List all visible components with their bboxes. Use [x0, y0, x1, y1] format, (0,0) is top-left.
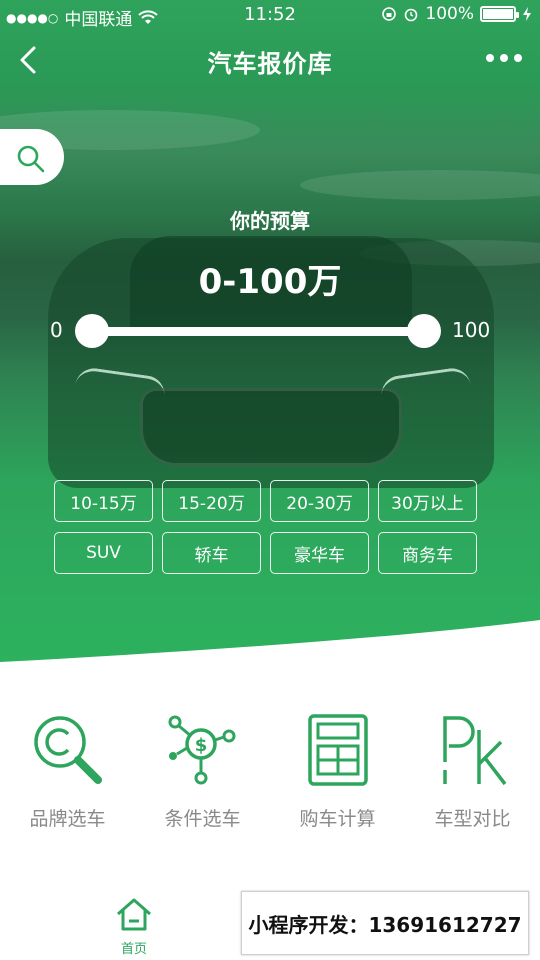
feature-label: 品牌选车 — [29, 808, 106, 830]
more-dot — [486, 54, 494, 62]
calculator-icon — [307, 714, 368, 786]
type-filter-chip[interactable]: 轿车 — [162, 532, 261, 574]
feature-condition-select[interactable]: $ 条件选车 — [135, 712, 270, 831]
nav-bar: 汽车报价库 — [0, 34, 540, 88]
feature-label: 车型对比 — [434, 808, 511, 830]
feature-menu: 品牌选车 $ 条件选车 购车计算 车型对比 — [0, 712, 540, 842]
feature-purchase-calc[interactable]: 购车计算 — [270, 712, 405, 831]
feature-brand-select[interactable]: 品牌选车 — [0, 712, 135, 831]
price-filter-chip[interactable]: 20-30万 — [270, 480, 369, 522]
page-title: 汽车报价库 — [207, 50, 333, 78]
more-dot — [500, 54, 508, 62]
slider-max-handle[interactable] — [407, 314, 441, 348]
battery-fill — [483, 9, 513, 19]
hero-wave — [0, 620, 540, 690]
pk-compare-icon — [442, 716, 506, 786]
tab-home-label: 首页 — [120, 942, 147, 957]
filter-chips: 10-15万 15-20万 20-30万 30万以上 SUV 轿车 豪华车 商务… — [54, 480, 484, 574]
alarm-icon — [405, 8, 418, 22]
status-right: 100% — [381, 4, 532, 24]
brand-search-icon — [33, 716, 102, 784]
price-filter-chip[interactable]: 30万以上 — [378, 480, 477, 522]
budget-label: 你的预算 — [230, 209, 310, 233]
feature-model-compare[interactable]: 车型对比 — [405, 712, 540, 831]
more-button[interactable] — [486, 54, 522, 62]
sky-cloud — [300, 170, 540, 200]
budget-value: 0-100万 — [198, 262, 342, 302]
car-grille — [140, 388, 402, 466]
search-icon — [17, 145, 45, 173]
status-bar: ●●●●○ 中国联通 11:52 100% — [0, 0, 540, 30]
type-filter-chip[interactable]: SUV — [54, 532, 153, 574]
slider-max-label: 100 — [452, 318, 491, 342]
price-filter-chip[interactable]: 10-15万 — [54, 480, 153, 522]
feature-label: 购车计算 — [299, 808, 376, 830]
slider-min-handle[interactable] — [75, 314, 109, 348]
condition-network-icon: $ — [168, 715, 235, 785]
budget-range-slider[interactable]: 0 100 — [0, 310, 540, 354]
feature-label: 条件选车 — [164, 808, 241, 830]
price-filter-chip[interactable]: 15-20万 — [162, 480, 261, 522]
more-dot — [514, 54, 522, 62]
tab-home[interactable]: 首页 — [104, 896, 164, 957]
svg-text:$: $ — [194, 735, 207, 756]
rotation-lock-icon — [382, 7, 397, 21]
slider-track[interactable] — [92, 327, 424, 336]
promo-banner: 小程序开发：13691612727 — [241, 891, 529, 955]
charging-icon — [523, 7, 531, 21]
type-filter-chip[interactable]: 豪华车 — [270, 532, 369, 574]
slider-min-label: 0 — [50, 318, 63, 342]
search-button[interactable] — [0, 129, 64, 185]
battery-icon — [480, 6, 519, 22]
home-icon — [117, 898, 151, 931]
type-filter-chip[interactable]: 商务车 — [378, 532, 477, 574]
battery-percent: 100% — [425, 4, 474, 24]
